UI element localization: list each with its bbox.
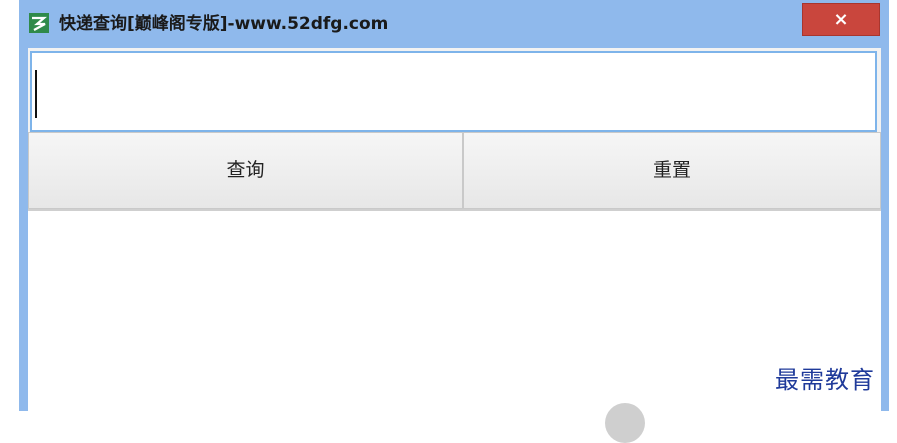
app-window: 快递查询[巅峰阁专版]-www.52dfg.com × 查询 重置 xyxy=(19,0,889,411)
query-button[interactable]: 查询 xyxy=(28,132,463,209)
app-logo-icon xyxy=(29,13,49,33)
watermark-text: 最需教育 xyxy=(775,366,875,394)
result-area[interactable] xyxy=(28,209,881,411)
client-area: 查询 重置 xyxy=(28,48,881,411)
partial-circle-decoration xyxy=(605,403,645,443)
title-bar: 快递查询[巅峰阁专版]-www.52dfg.com × xyxy=(19,0,889,48)
text-caret xyxy=(35,70,37,118)
window-title: 快递查询[巅峰阁专版]-www.52dfg.com xyxy=(59,14,389,34)
reset-button[interactable]: 重置 xyxy=(463,132,881,209)
close-button[interactable]: × xyxy=(802,3,880,36)
tracking-number-input[interactable] xyxy=(30,51,877,132)
